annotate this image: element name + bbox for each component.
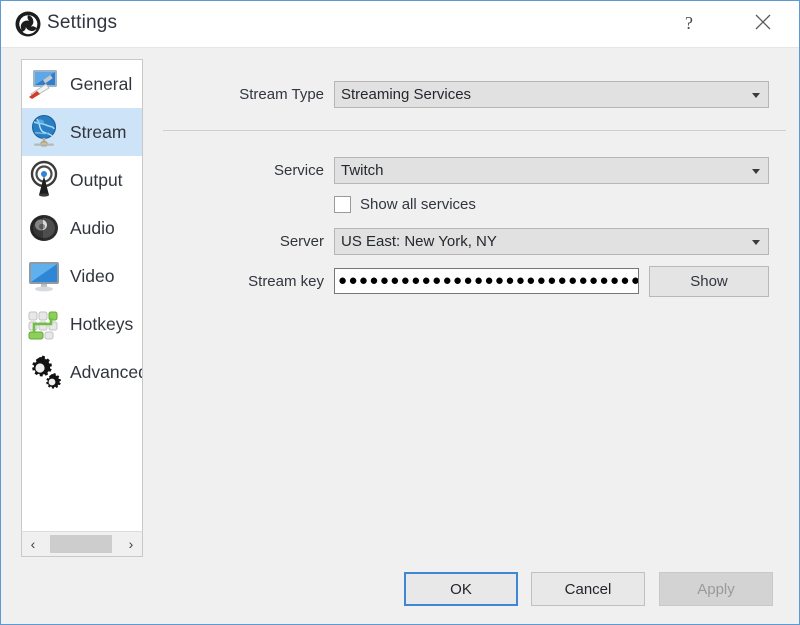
chevron-down-icon: [752, 240, 760, 245]
question-mark-icon: ?: [685, 13, 693, 33]
checkbox-box-icon[interactable]: [334, 195, 351, 213]
sidebar-item-label: Video: [70, 265, 115, 286]
sidebar-item-advanced[interactable]: Advanced: [22, 348, 142, 396]
show-all-services-checkbox[interactable]: Show all services: [334, 194, 476, 214]
service-label: Service: [273, 162, 324, 179]
sidebar-item-video[interactable]: Video: [22, 252, 142, 300]
general-monitor-screwdriver-icon: [24, 64, 64, 104]
sidebar-item-label: General: [70, 73, 133, 94]
sidebar-item-output[interactable]: Output: [22, 156, 142, 204]
sidebar-item-label: Hotkeys: [70, 313, 134, 334]
stream-type-label: Stream Type: [239, 86, 324, 103]
output-broadcast-icon: [24, 160, 64, 200]
obs-logo-icon: [15, 11, 41, 37]
apply-button: Apply: [659, 572, 773, 606]
scrollbar-thumb[interactable]: [50, 535, 112, 553]
chevron-down-icon: [752, 93, 760, 98]
server-value: US East: New York, NY: [341, 233, 497, 250]
server-label: Server: [279, 233, 324, 250]
service-value: Twitch: [341, 162, 384, 179]
sidebar-horizontal-scrollbar[interactable]: ‹ ›: [21, 531, 143, 557]
sidebar-item-label: Output: [70, 169, 123, 190]
video-monitor-icon: [24, 256, 64, 296]
sidebar-item-audio[interactable]: Audio: [22, 204, 142, 252]
close-icon: [755, 14, 771, 30]
sidebar-item-label: Audio: [70, 217, 115, 238]
ok-button[interactable]: OK: [404, 572, 518, 606]
audio-speaker-icon: [24, 208, 64, 248]
chevron-down-icon: [752, 169, 760, 174]
service-dropdown[interactable]: Twitch: [334, 157, 769, 184]
sidebar-item-label: Advanced: [70, 361, 143, 382]
stream-key-input[interactable]: ●●●●●●●●●●●●●●●●●●●●●●●●●●●●●●: [334, 268, 639, 294]
scroll-right-arrow-icon[interactable]: ›: [120, 532, 142, 556]
window-title: Settings: [47, 12, 118, 33]
settings-dialog: Settings ? General Stream Output Audio V…: [0, 0, 800, 625]
title-bar: Settings ?: [1, 1, 799, 48]
sidebar-item-label: Stream: [70, 121, 127, 142]
stream-type-value: Streaming Services: [341, 86, 472, 103]
show-all-services-label: Show all services: [360, 195, 476, 213]
scroll-left-arrow-icon[interactable]: ‹: [22, 532, 44, 556]
close-button[interactable]: [740, 1, 786, 46]
section-divider: [163, 130, 786, 131]
advanced-gears-icon: [24, 352, 64, 392]
help-button[interactable]: ?: [666, 1, 712, 46]
sidebar-item-general[interactable]: General: [22, 60, 142, 108]
stream-globe-icon: [24, 112, 64, 152]
stream-type-dropdown[interactable]: Streaming Services: [334, 81, 769, 108]
sidebar-item-hotkeys[interactable]: Hotkeys: [22, 300, 142, 348]
hotkeys-keyboard-icon: [24, 304, 64, 344]
sidebar-item-stream[interactable]: Stream: [22, 108, 142, 156]
server-dropdown[interactable]: US East: New York, NY: [334, 228, 769, 255]
show-stream-key-button[interactable]: Show: [649, 266, 769, 297]
cancel-button[interactable]: Cancel: [531, 572, 645, 606]
stream-key-label: Stream key: [248, 273, 324, 290]
settings-category-list[interactable]: General Stream Output Audio Video Hotkey…: [21, 59, 143, 537]
